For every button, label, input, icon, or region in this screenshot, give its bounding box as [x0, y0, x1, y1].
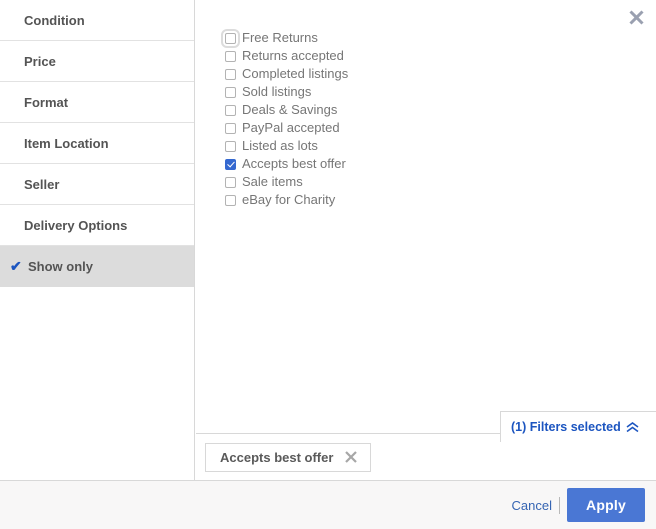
- checkbox-icon[interactable]: [225, 176, 236, 188]
- checkbox-icon[interactable]: [221, 28, 240, 48]
- checkbox-icon[interactable]: [225, 104, 236, 116]
- checkbox-label: Completed listings: [242, 66, 349, 81]
- sidebar-item-label: Condition: [24, 12, 85, 28]
- filters-selected-tab[interactable]: (1) Filters selected: [500, 411, 656, 442]
- content-divider: [196, 433, 501, 434]
- checkbox-row-sale-items[interactable]: Sale items: [225, 173, 348, 191]
- checkbox-label: eBay for Charity: [242, 192, 336, 207]
- checkbox-icon[interactable]: [225, 122, 236, 134]
- show-only-checkbox-list: Free Returns Returns accepted Completed …: [221, 28, 348, 209]
- checkbox-icon[interactable]: [225, 194, 236, 206]
- checkbox-label: Returns accepted: [242, 48, 344, 63]
- checkbox-icon[interactable]: [225, 140, 236, 152]
- sidebar-item-price[interactable]: Price: [0, 41, 194, 82]
- footer-separator: [559, 496, 560, 514]
- filter-category-sidebar: Condition Price Format Item Location Sel…: [0, 0, 195, 481]
- filter-dialog: Condition Price Format Item Location Sel…: [0, 0, 656, 529]
- checkbox-label: Sale items: [242, 174, 303, 189]
- checkbox-row-deals-and-savings[interactable]: Deals & Savings: [225, 101, 348, 119]
- sidebar-item-label: Show only: [28, 258, 93, 274]
- checkbox-icon[interactable]: [225, 86, 236, 98]
- sidebar-item-item-location[interactable]: Item Location: [0, 123, 194, 164]
- apply-button[interactable]: Apply: [567, 488, 645, 522]
- sidebar-item-condition[interactable]: Condition: [0, 0, 194, 41]
- checkbox-row-free-returns[interactable]: Free Returns: [221, 28, 348, 48]
- checkbox-row-listed-as-lots[interactable]: Listed as lots: [225, 137, 348, 155]
- sidebar-item-label: Delivery Options: [24, 217, 128, 233]
- double-chevron-up-icon[interactable]: [626, 421, 639, 433]
- sidebar-item-label: Price: [24, 53, 56, 69]
- close-icon[interactable]: [623, 4, 649, 30]
- show-only-panel: Free Returns Returns accepted Completed …: [196, 0, 656, 434]
- sidebar-item-label: Seller: [24, 176, 60, 192]
- close-icon[interactable]: [344, 450, 358, 464]
- checkbox-icon-checked[interactable]: [225, 158, 236, 170]
- checkbox-label: Listed as lots: [242, 138, 318, 153]
- checkbox-label: Deals & Savings: [242, 102, 338, 117]
- sidebar-item-label: Format: [24, 94, 69, 110]
- checkbox-label: PayPal accepted: [242, 120, 340, 135]
- dialog-footer: Cancel Apply: [0, 481, 656, 529]
- filters-selected-label: (1) Filters selected: [511, 420, 621, 434]
- checkbox-row-sold-listings[interactable]: Sold listings: [225, 83, 348, 101]
- filter-chip-label: Accepts best offer: [220, 449, 334, 465]
- sidebar-item-format[interactable]: Format: [0, 82, 194, 123]
- checkbox-row-completed-listings[interactable]: Completed listings: [225, 65, 348, 83]
- checkbox-row-returns-accepted[interactable]: Returns accepted: [225, 47, 348, 65]
- sidebar-item-seller[interactable]: Seller: [0, 164, 194, 205]
- checkbox-label: Free Returns: [242, 30, 318, 45]
- cancel-link[interactable]: Cancel: [512, 498, 552, 513]
- checkbox-row-paypal-accepted[interactable]: PayPal accepted: [225, 119, 348, 137]
- checkbox-icon[interactable]: [225, 50, 236, 62]
- checkbox-label: Sold listings: [242, 84, 312, 99]
- checkmark-icon: ✔: [10, 258, 22, 274]
- sidebar-item-show-only[interactable]: ✔ Show only: [0, 246, 194, 287]
- sidebar-item-label: Item Location: [24, 135, 109, 151]
- checkbox-row-accepts-best-offer[interactable]: Accepts best offer: [225, 155, 348, 173]
- checkbox-icon[interactable]: [225, 68, 236, 80]
- filter-chip-accepts-best-offer[interactable]: Accepts best offer: [205, 442, 372, 472]
- checkbox-row-ebay-for-charity[interactable]: eBay for Charity: [225, 191, 348, 209]
- sidebar-item-delivery-options[interactable]: Delivery Options: [0, 205, 194, 246]
- checkbox-label: Accepts best offer: [242, 156, 346, 171]
